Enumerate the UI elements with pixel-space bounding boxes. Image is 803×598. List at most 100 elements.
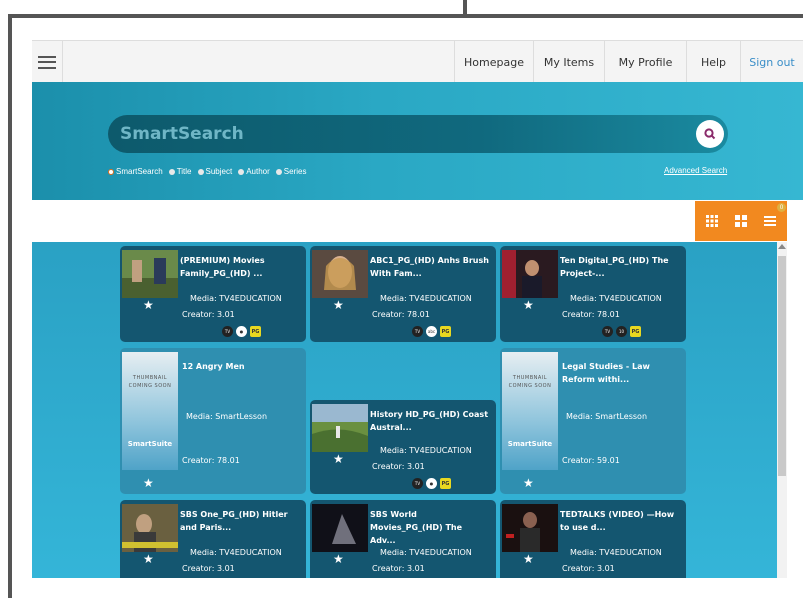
radio-icon [168,168,175,175]
result-card[interactable]: ★ ABC1_PG_(HD) Anhs Brush With Fam... Me… [310,246,496,342]
results-grid: ★ (PREMIUM) Movies Family_PG_(HD) ... Me… [32,242,777,578]
grid-large-icon[interactable] [734,215,747,227]
card-media: Media: TV4EDUCATION [570,548,662,557]
favorite-star-icon[interactable]: ★ [333,298,344,312]
video-thumbnail [312,504,368,552]
results-scrollbar[interactable] [777,242,787,578]
search-hero: SmartSearch SmartSearch Title Subject Au… [32,82,803,200]
radio-subject[interactable]: Subject [197,167,232,176]
favorite-star-icon[interactable]: ★ [143,552,154,566]
card-title[interactable]: (PREMIUM) Movies Family_PG_(HD) ... [180,254,300,280]
divider [62,41,63,83]
nav-sign-out[interactable]: Sign out [740,41,803,83]
video-thumbnail [502,250,558,298]
radio-title[interactable]: Title [168,167,192,176]
channel-logo-icon: ● [236,326,247,337]
card-creator: Creator: 59.01 [562,456,620,465]
result-card[interactable]: THUMBNAIL COMING SOON SmartSuite ★ 12 An… [120,348,306,494]
result-card[interactable]: ★ Ten Digital_PG_(HD) The Project-... Me… [500,246,686,342]
channel-logo-icon: abc [426,326,437,337]
radio-icon [275,168,282,175]
card-title[interactable]: ABC1_PG_(HD) Anhs Brush With Fam... [370,254,490,280]
card-creator: Creator: 78.01 [562,310,620,319]
thumbnail-placeholder: THUMBNAIL COMING SOON SmartSuite [122,352,178,470]
brand-logo: SmartSuite [127,440,173,448]
search-options: SmartSearch Title Subject Author Series [108,167,306,176]
card-creator: Creator: 3.01 [182,310,235,319]
favorite-star-icon[interactable]: ★ [333,452,344,466]
scroll-up-icon[interactable] [778,244,786,249]
search-icon [704,128,716,140]
result-card[interactable]: ★ History HD_PG_(HD) Coast Austral... Me… [310,400,496,494]
channel-logos: TV 10 PG [602,326,641,337]
card-title[interactable]: TEDTALKS (VIDEO) —How to use d... [560,508,680,534]
card-media: Media: TV4EDUCATION [570,294,662,303]
search-input[interactable]: SmartSearch [108,115,728,153]
nav-items: Homepage My Items My Profile Help Sign o… [454,41,803,83]
pg-rating-badge: PG [440,326,451,337]
search-placeholder: SmartSearch [120,124,244,144]
radio-smartsearch[interactable]: SmartSearch [108,167,163,176]
card-title[interactable]: Ten Digital_PG_(HD) The Project-... [560,254,680,280]
scroll-thumb[interactable] [778,256,786,476]
page-footer-space [32,578,803,598]
result-card[interactable]: ★ SBS One_PG_(HD) Hitler and Paris... Me… [120,500,306,578]
top-navbar: Homepage My Items My Profile Help Sign o… [32,40,803,84]
nav-help[interactable]: Help [686,41,740,83]
card-creator: Creator: 3.01 [372,564,425,573]
brand-logo: SmartSuite [507,440,553,448]
hamburger-icon [38,55,56,69]
card-media: Media: TV4EDUCATION [380,294,472,303]
result-card[interactable]: ★ TEDTALKS (VIDEO) —How to use d... Medi… [500,500,686,578]
grid-small-icon[interactable] [705,215,718,227]
favorite-star-icon[interactable]: ★ [143,298,154,312]
nav-homepage[interactable]: Homepage [454,41,533,83]
radio-icon [238,168,245,175]
card-creator: Creator: 3.01 [562,564,615,573]
card-media: Media: TV4EDUCATION [190,548,282,557]
card-media: Media: SmartLesson [566,412,648,421]
card-creator: Creator: 3.01 [182,564,235,573]
favorite-star-icon[interactable]: ★ [143,476,154,490]
nav-my-profile[interactable]: My Profile [604,41,686,83]
card-creator: Creator: 78.01 [182,456,240,465]
channel-logo-icon: TV [222,326,233,337]
list-icon[interactable] [764,215,777,227]
video-thumbnail [122,504,178,552]
frame-line [463,14,803,18]
search-button[interactable] [696,120,724,148]
radio-icon [197,168,204,175]
result-card[interactable]: ★ (PREMIUM) Movies Family_PG_(HD) ... Me… [120,246,306,342]
pg-rating-badge: PG [630,326,641,337]
card-title[interactable]: History HD_PG_(HD) Coast Austral... [370,408,490,434]
video-thumbnail [502,504,558,552]
card-media: Media: TV4EDUCATION [380,548,472,557]
result-card[interactable]: THUMBNAIL COMING SOON SmartSuite ★ Legal… [500,348,686,494]
card-creator: Creator: 78.01 [372,310,430,319]
advanced-search-link[interactable]: Advanced Search [664,166,727,175]
channel-logo-icon: 10 [616,326,627,337]
channel-logo-icon: ● [426,478,437,489]
menu-button[interactable] [32,41,62,83]
channel-logo-icon: TV [412,326,423,337]
card-title[interactable]: SBS World Movies_PG_(HD) The Adv... [370,508,490,547]
card-title[interactable]: Legal Studies - Law Reform withi... [562,360,684,386]
favorite-star-icon[interactable]: ★ [523,298,534,312]
channel-logo-icon: TV [412,478,423,489]
favorite-star-icon[interactable]: ★ [523,476,534,490]
radio-selected-icon [108,168,114,175]
radio-author[interactable]: Author [238,167,270,176]
channel-logos: TV ● PG [412,478,451,489]
result-card[interactable]: ★ SBS World Movies_PG_(HD) The Adv... Me… [310,500,496,578]
notification-badge: 0 [777,203,786,212]
card-title[interactable]: SBS One_PG_(HD) Hitler and Paris... [180,508,300,534]
channel-logo-icon: TV [602,326,613,337]
channel-logos: TV ● PG [222,326,261,337]
nav-my-items[interactable]: My Items [533,41,604,83]
video-thumbnail [122,250,178,298]
pg-rating-badge: PG [250,326,261,337]
card-title[interactable]: 12 Angry Men [182,360,302,373]
favorite-star-icon[interactable]: ★ [333,552,344,566]
favorite-star-icon[interactable]: ★ [523,552,534,566]
radio-series[interactable]: Series [275,167,306,176]
